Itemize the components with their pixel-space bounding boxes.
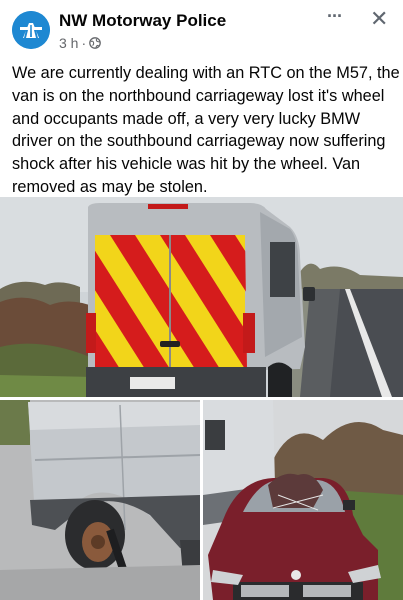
page-name[interactable]: NW Motorway Police (59, 11, 226, 31)
van-missing-wheel-image (0, 400, 200, 600)
post-header: NW Motorway Police 3 h · ··· ✕ (0, 0, 403, 58)
page-avatar[interactable] (12, 11, 50, 49)
time-separator: · (81, 35, 87, 51)
post-meta: 3 h · (59, 35, 101, 51)
more-dots-icon[interactable]: ··· (327, 6, 343, 27)
photo-van-missing-wheel[interactable] (0, 400, 200, 600)
van-rear-image (0, 197, 403, 397)
motorway-sign-icon (12, 11, 50, 49)
post-time[interactable]: 3 h (59, 35, 78, 51)
post-text: We are currently dealing with an RTC on … (12, 64, 400, 196)
bmw-damage-image (203, 400, 403, 600)
globe-icon (89, 37, 101, 49)
close-icon[interactable]: ✕ (370, 6, 388, 32)
photo-van-rear[interactable] (0, 197, 403, 397)
photo-bmw-damage[interactable] (203, 400, 403, 600)
